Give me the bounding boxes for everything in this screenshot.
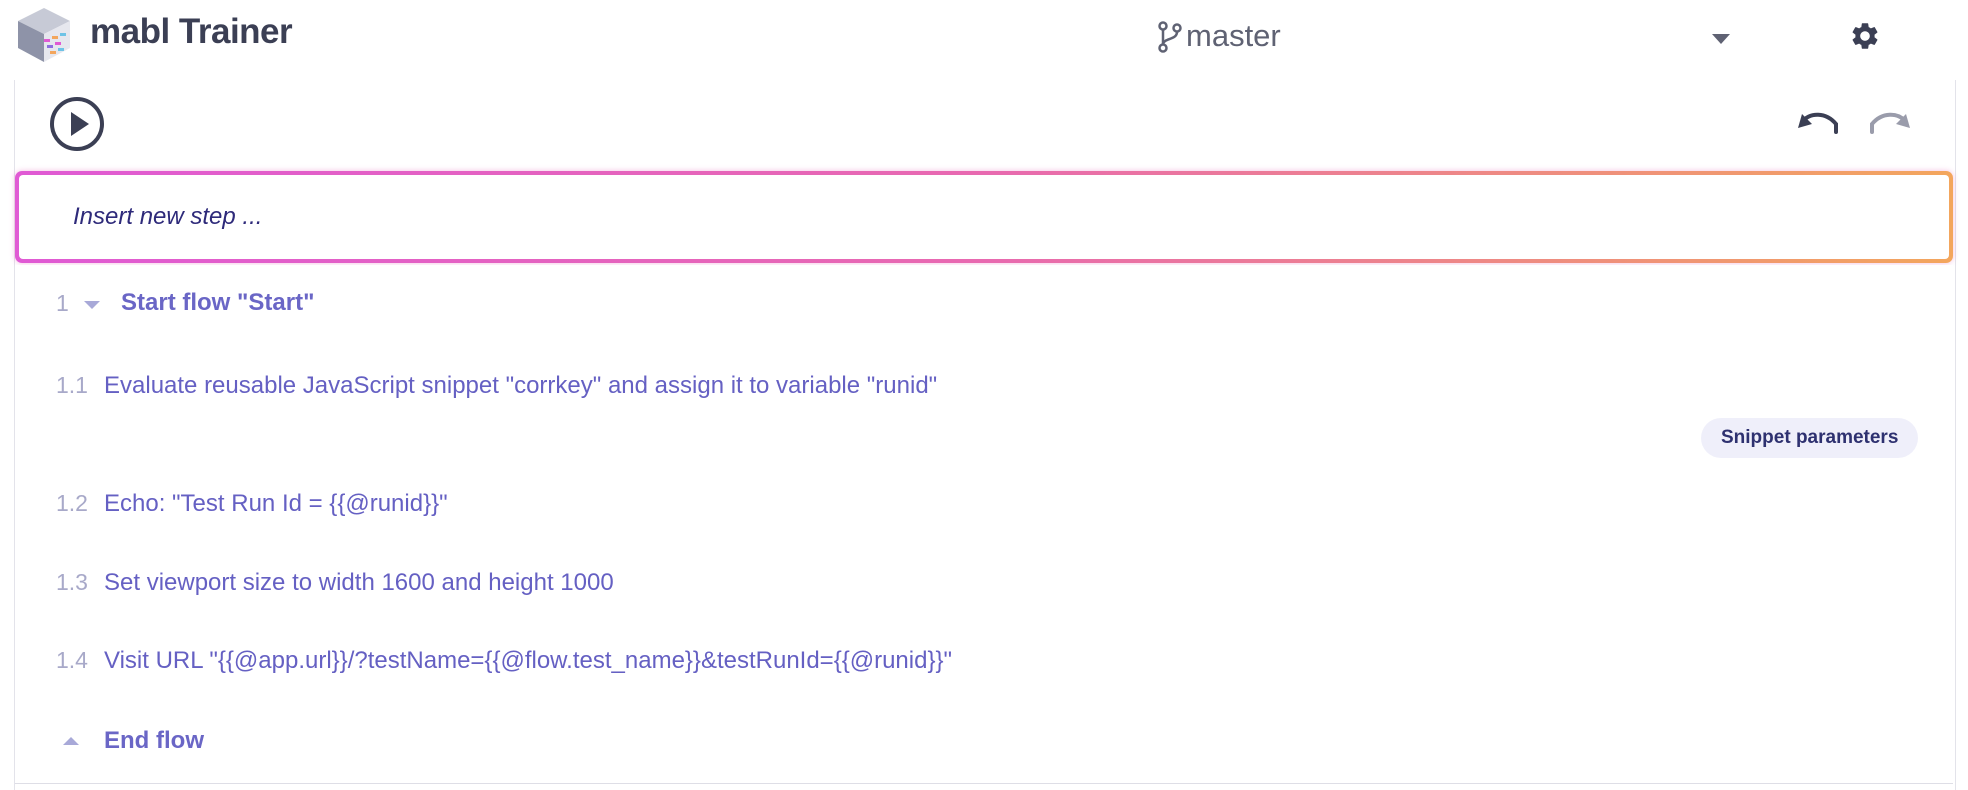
git-branch-icon	[1158, 21, 1182, 53]
step-text: Set viewport size to width 1600 and heig…	[104, 569, 614, 596]
redo-button[interactable]	[1866, 108, 1912, 140]
step-number: 1.3	[56, 569, 88, 595]
step-row[interactable]: 1.3 Set viewport size to width 1600 and …	[15, 548, 1953, 627]
play-button[interactable]	[49, 96, 105, 152]
snippet-parameters-button[interactable]: Snippet parameters	[1701, 418, 1919, 458]
chevron-down-icon[interactable]	[1712, 34, 1730, 44]
step-row[interactable]: 1 Start flow "Start"	[15, 265, 1953, 352]
step-number: 1.4	[56, 647, 88, 673]
gear-icon[interactable]	[1849, 20, 1881, 52]
insert-step-box	[15, 171, 1953, 263]
step-text: Start flow "Start"	[121, 289, 315, 316]
step-text: Evaluate reusable JavaScript snippet "co…	[104, 372, 938, 399]
step-text: End flow	[104, 727, 204, 754]
branch-selector-label[interactable]: master	[1186, 18, 1281, 54]
insert-step-input[interactable]	[19, 175, 1949, 259]
app-title: mabl Trainer	[90, 12, 293, 51]
app-header: mabl Trainer master	[0, 0, 1968, 78]
insert-step-inner	[19, 175, 1949, 259]
undo-button[interactable]	[1796, 108, 1842, 140]
collapse-chevron-icon[interactable]	[84, 301, 100, 309]
expand-chevron-icon[interactable]	[63, 737, 79, 745]
step-row[interactable]: End flow	[15, 705, 1953, 784]
step-number: 1	[56, 290, 69, 316]
step-row[interactable]: 1.1 Evaluate reusable JavaScript snippet…	[15, 351, 1953, 470]
step-text: Visit URL "{{@app.url}}/?testName={{@flo…	[104, 647, 953, 674]
mabl-logo-icon	[18, 8, 70, 62]
step-text: Echo: "Test Run Id = {{@runid}}"	[104, 490, 448, 517]
step-number: 1.1	[56, 372, 88, 398]
step-row[interactable]: 1.4 Visit URL "{{@app.url}}/?testName={{…	[15, 626, 1953, 706]
step-number: 1.2	[56, 490, 88, 516]
step-row[interactable]: 1.2 Echo: "Test Run Id = {{@runid}}"	[15, 469, 1953, 549]
